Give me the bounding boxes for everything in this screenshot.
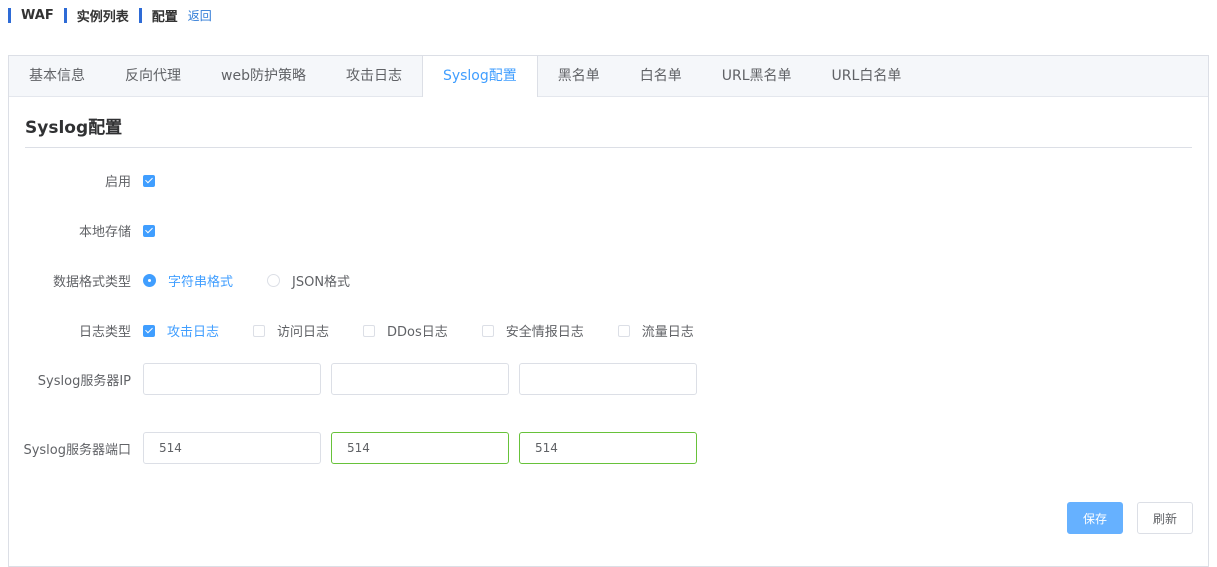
breadcrumb-instance-list: 实例列表 <box>63 6 129 25</box>
log-type-label: 日志类型 <box>78 325 131 340</box>
checkbox-icon <box>253 324 266 337</box>
tab-whitelist[interactable]: 白名单 <box>620 56 702 96</box>
checkbox-icon <box>143 324 155 337</box>
server-port-row: Syslog服务器端口 <box>9 432 707 464</box>
local-storage-checkbox[interactable] <box>143 224 155 237</box>
breadcrumb-config: 配置 <box>138 6 178 25</box>
tab-web-protection-policy[interactable]: web防护策略 <box>201 56 326 96</box>
format-string-radio[interactable]: 字符串格式 <box>143 271 233 290</box>
server-port-input-3[interactable] <box>519 432 697 464</box>
server-ip-input-1[interactable] <box>143 363 321 395</box>
local-storage-label: 本地存储 <box>78 225 131 240</box>
enable-checkbox[interactable] <box>143 174 155 187</box>
server-port-input-2[interactable] <box>331 432 509 464</box>
tab-url-blacklist[interactable]: URL黑名单 <box>702 56 812 96</box>
checkbox-icon <box>481 324 494 337</box>
server-ip-label: Syslog服务器IP <box>37 373 131 389</box>
config-panel: 基本信息 反向代理 web防护策略 攻击日志 Syslog配置 黑名单 白名单 … <box>8 55 1209 567</box>
server-ip-row: Syslog服务器IP <box>9 363 707 395</box>
log-type-access-checkbox[interactable]: 访问日志 <box>253 321 329 340</box>
tab-bar: 基本信息 反向代理 web防护策略 攻击日志 Syslog配置 黑名单 白名单 … <box>9 56 1208 97</box>
checkbox-icon <box>363 324 376 337</box>
server-port-input-1[interactable] <box>143 432 321 464</box>
server-ip-input-3[interactable] <box>519 363 697 395</box>
log-type-threat-intel-checkbox[interactable]: 安全情报日志 <box>481 321 584 340</box>
section-divider <box>25 147 1192 148</box>
tab-url-whitelist[interactable]: URL白名单 <box>812 56 922 96</box>
radio-icon <box>143 274 156 287</box>
section-title: Syslog配置 <box>25 118 123 138</box>
data-format-row: 数据格式类型 字符串格式 JSON格式 <box>9 271 384 290</box>
enable-label: 启用 <box>104 175 131 190</box>
log-type-row: 日志类型 攻击日志 访问日志 DDos日志 安全情报日志 流量日志 <box>9 321 728 340</box>
tab-attack-log[interactable]: 攻击日志 <box>326 56 422 96</box>
refresh-button[interactable]: 刷新 <box>1137 502 1193 534</box>
tab-reverse-proxy[interactable]: 反向代理 <box>105 56 201 96</box>
server-ip-input-2[interactable] <box>331 363 509 395</box>
tab-blacklist[interactable]: 黑名单 <box>538 56 620 96</box>
server-port-label: Syslog服务器端口 <box>23 442 131 458</box>
checkbox-icon <box>617 324 630 337</box>
back-link[interactable]: 返回 <box>188 7 212 24</box>
tab-syslog-config[interactable]: Syslog配置 <box>421 56 538 97</box>
radio-icon <box>267 274 281 287</box>
format-json-radio[interactable]: JSON格式 <box>267 271 350 290</box>
log-type-traffic-checkbox[interactable]: 流量日志 <box>617 321 694 340</box>
breadcrumb-waf: WAF <box>8 7 54 23</box>
enable-row: 启用 <box>9 171 155 190</box>
log-type-attack-checkbox[interactable]: 攻击日志 <box>143 321 219 340</box>
breadcrumb: WAF 实例列表 配置 返回 <box>8 6 212 25</box>
local-storage-row: 本地存储 <box>9 221 155 240</box>
save-button[interactable]: 保存 <box>1067 502 1123 534</box>
log-type-ddos-checkbox[interactable]: DDos日志 <box>363 321 448 340</box>
tab-basic-info[interactable]: 基本信息 <box>9 56 105 96</box>
data-format-label: 数据格式类型 <box>52 275 131 290</box>
